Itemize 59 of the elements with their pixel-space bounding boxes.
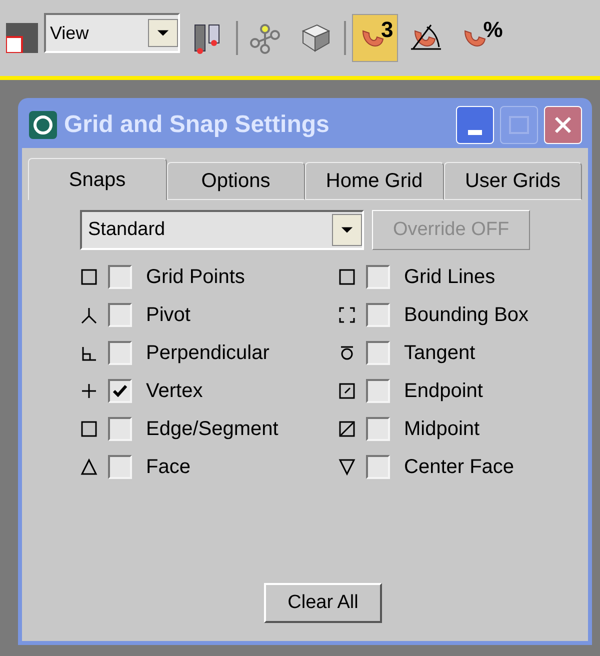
view-dropdown[interactable]: View: [44, 13, 180, 53]
axis-tripod-icon: [249, 21, 283, 55]
endpoint-icon: [338, 382, 356, 400]
tool-label: 3: [381, 19, 394, 41]
pivot-icon: [80, 306, 98, 324]
checkbox[interactable]: [366, 341, 390, 365]
checkbox[interactable]: [108, 455, 132, 479]
checkbox[interactable]: [108, 265, 132, 289]
checkbox[interactable]: [108, 417, 132, 441]
checkbox[interactable]: [366, 455, 390, 479]
app-logo-icon: [28, 110, 58, 140]
checkbox[interactable]: [108, 379, 132, 403]
close-button[interactable]: [544, 106, 582, 144]
checkbox[interactable]: [108, 303, 132, 327]
tab[interactable]: Snaps: [28, 158, 166, 200]
snap-label: Center Face: [404, 455, 514, 480]
clear-all-button[interactable]: Clear All: [264, 583, 382, 623]
color-swatch-icon: [6, 23, 38, 53]
triangle-icon: [80, 458, 98, 476]
checkbox[interactable]: [366, 417, 390, 441]
tab[interactable]: Options: [166, 162, 305, 200]
tool-label: %: [483, 19, 503, 41]
snap-label: Tangent: [404, 341, 476, 366]
square-icon: [338, 268, 356, 286]
dropdown-value: Standard: [88, 218, 166, 242]
checkbox[interactable]: [366, 303, 390, 327]
plus-icon: [80, 382, 98, 400]
check-icon: [113, 385, 127, 397]
square-icon: [80, 420, 98, 438]
tab[interactable]: User Grids: [444, 162, 582, 200]
snap-label: Bounding Box: [404, 303, 529, 328]
snap-label: Edge/Segment: [146, 417, 278, 442]
midpoint-icon: [338, 420, 356, 438]
toolbar-button[interactable]: %: [454, 14, 508, 62]
maximize-icon: [509, 116, 529, 134]
close-icon: [553, 115, 573, 135]
snap-label: Endpoint: [404, 379, 483, 404]
dropdown-value: View: [50, 22, 90, 44]
square-icon: [80, 268, 98, 286]
snap-label: Face: [146, 455, 190, 480]
snap-label: Perpendicular: [146, 341, 270, 366]
toolbar-button[interactable]: 3: [352, 14, 398, 62]
tab[interactable]: Home Grid: [305, 162, 444, 200]
perpendicular-icon: [80, 344, 98, 362]
bracket-corners-icon: [338, 306, 356, 324]
snap-label: Grid Lines: [404, 265, 496, 290]
minimize-button[interactable]: [456, 106, 494, 144]
checkbox[interactable]: [366, 379, 390, 403]
snap-label: Vertex: [146, 379, 203, 404]
snap-label: Grid Points: [146, 265, 245, 290]
checkbox[interactable]: [108, 341, 132, 365]
snap-label: Midpoint: [404, 417, 480, 442]
snap-type-dropdown[interactable]: Standard: [80, 210, 364, 250]
tangent-icon: [338, 344, 356, 362]
minimize-icon: [468, 130, 482, 135]
window-title: Grid and Snap Settings: [64, 110, 330, 140]
checkbox[interactable]: [366, 265, 390, 289]
snap-label: Pivot: [146, 303, 190, 328]
inverted-triangle-icon: [338, 458, 356, 476]
